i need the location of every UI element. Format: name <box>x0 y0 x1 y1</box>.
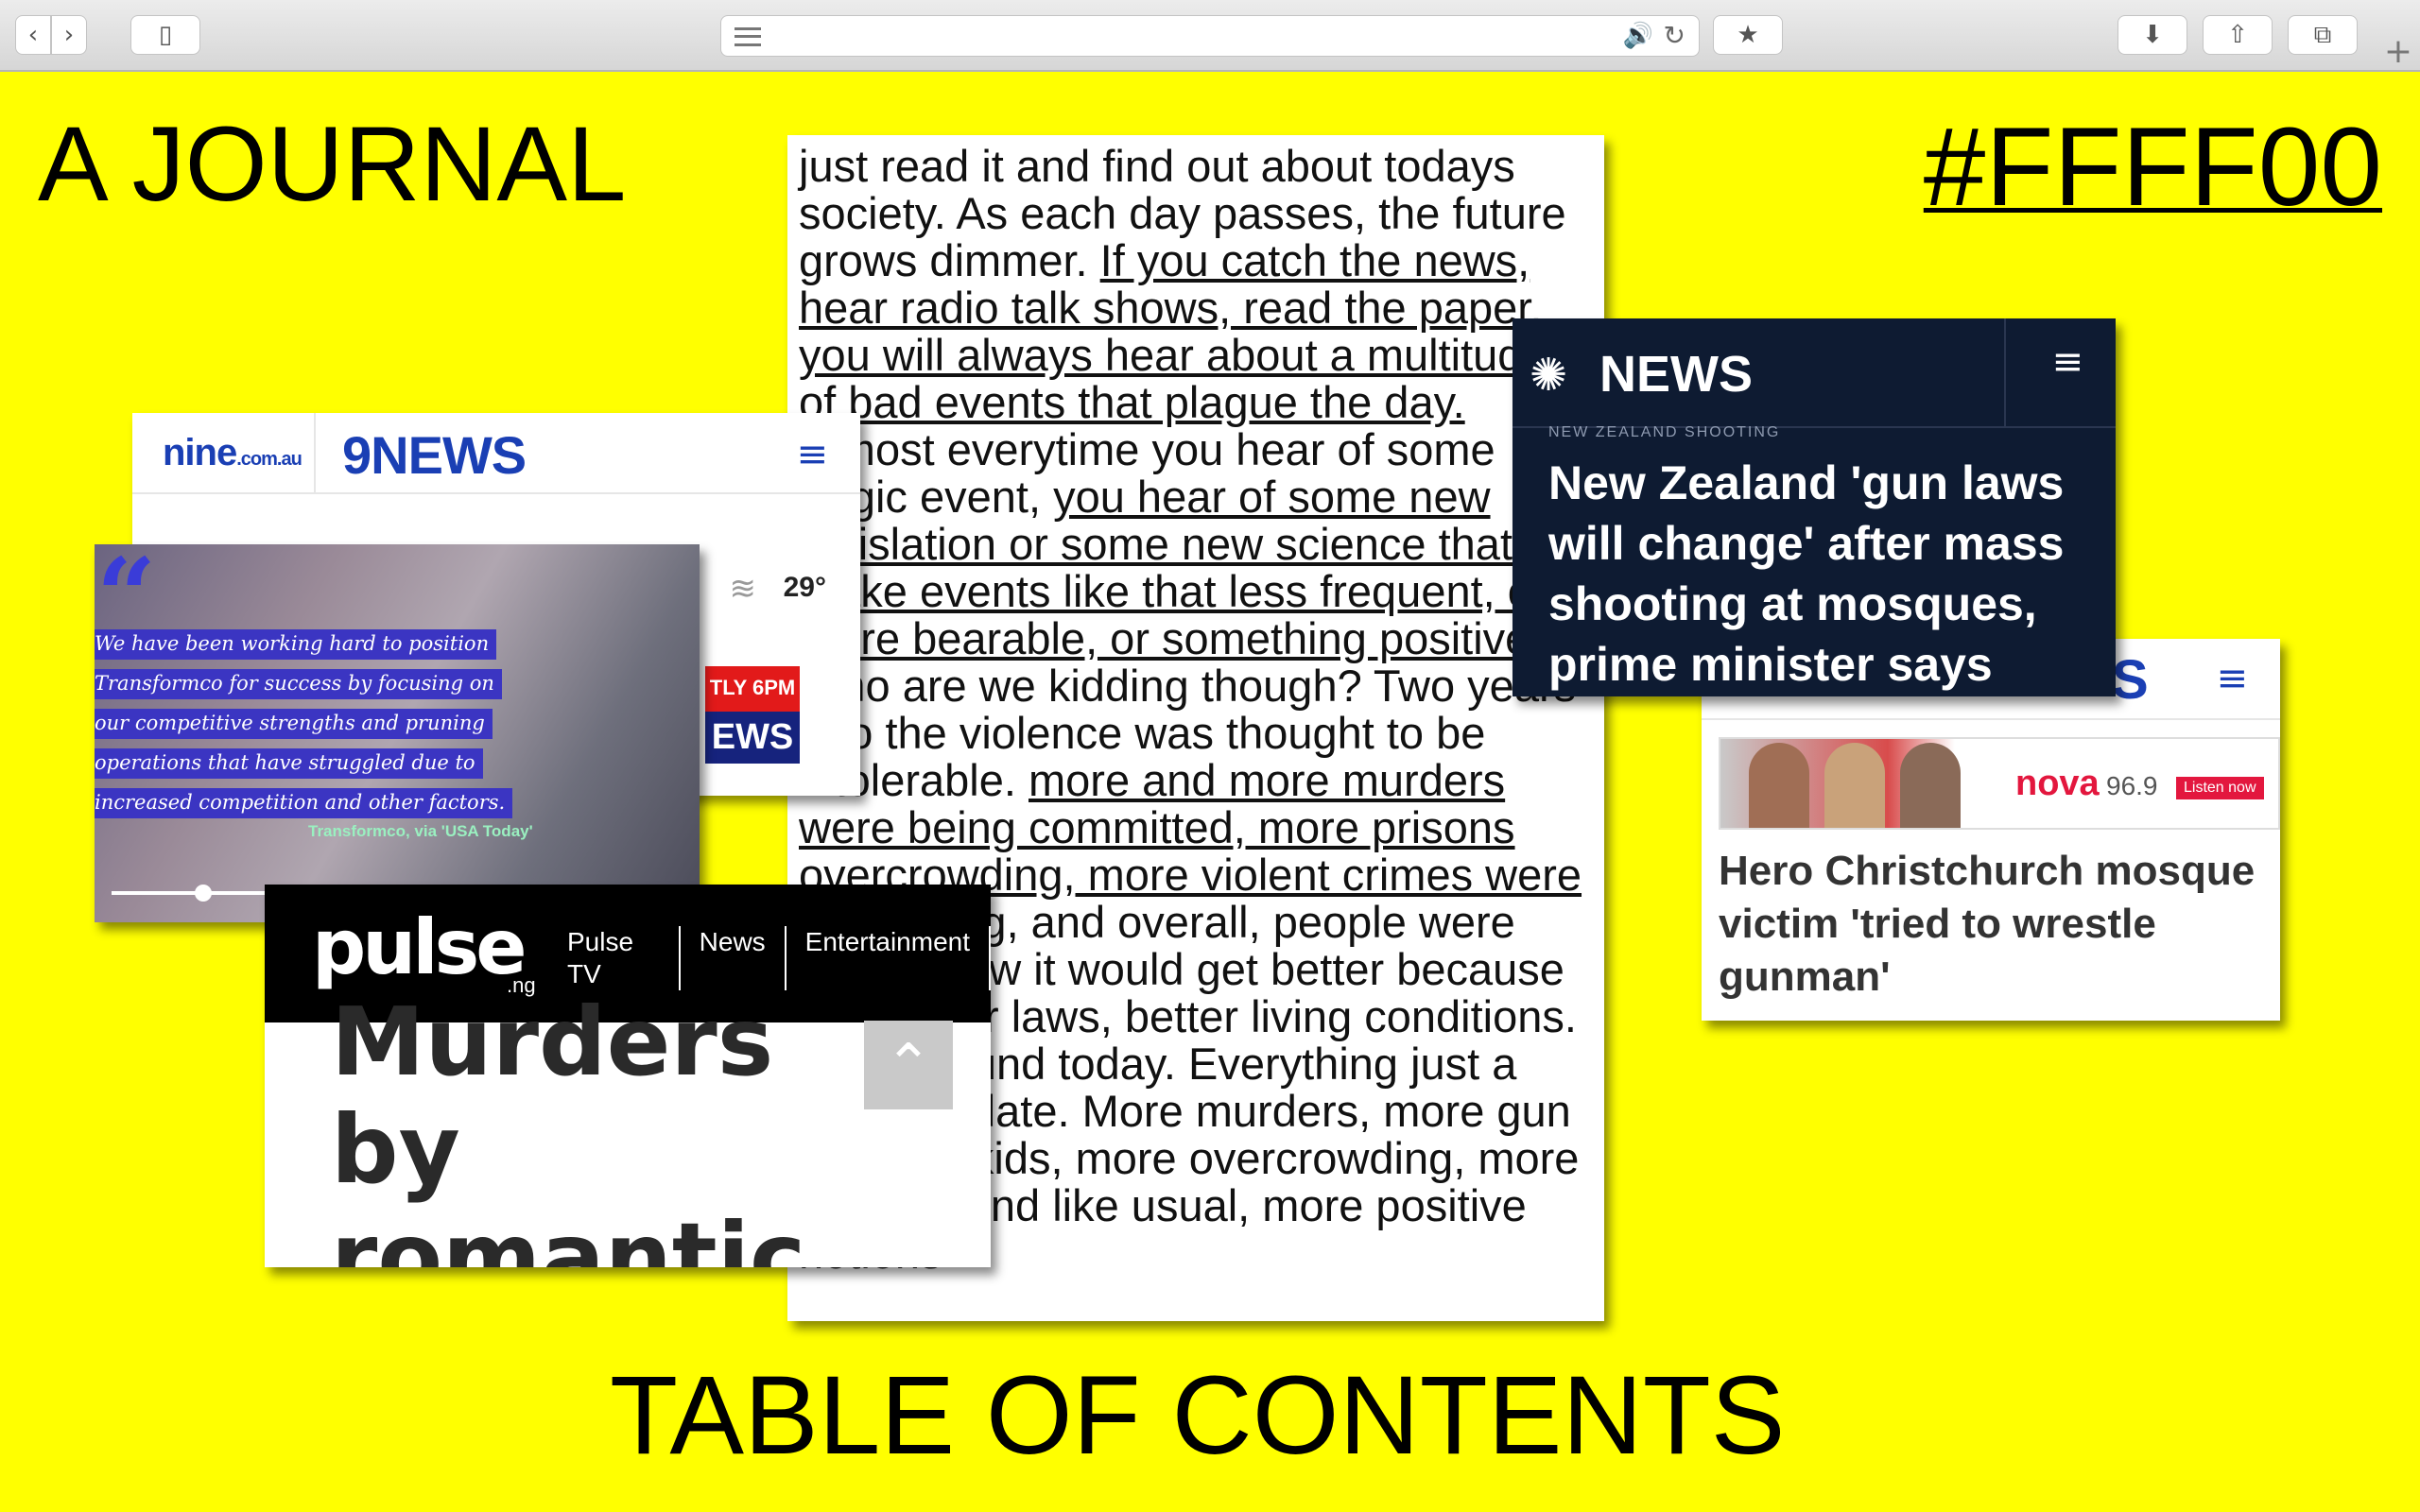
download-icon: ⬇ <box>2142 21 2163 49</box>
peacock-icon: ✺ <box>1530 349 1568 402</box>
wind-icon: ≋ <box>729 570 757 608</box>
bookmark-button[interactable]: ★ <box>1713 15 1783 55</box>
nav-item[interactable]: News <box>681 926 786 990</box>
nbc-logo: NEWS <box>1599 346 1753 403</box>
nova-headline: Hero Christchurch mosque victim 'tried t… <box>1719 848 2256 1000</box>
nav-item[interactable]: Entertainment <box>786 926 991 990</box>
speaker-icon[interactable]: 🔊 <box>1623 22 1653 50</box>
star-icon: ★ <box>1737 21 1759 49</box>
color-code-link[interactable]: #FFFF00 <box>1924 112 2382 223</box>
nbc-news-screenshot[interactable]: ✺ NEWS ≡ NEW ZEALAND SHOOTING New Zealan… <box>1512 318 2116 696</box>
nine-logo: nine.com.au <box>163 431 302 473</box>
reader-icon[interactable] <box>735 27 761 46</box>
chevron-up-icon[interactable]: ⌃ <box>864 1021 953 1109</box>
video-source: Transformco, via 'USA Today' <box>308 822 533 840</box>
address-bar[interactable]: 🔊 ↻ <box>720 15 1700 57</box>
hamburger-icon[interactable]: ≡ <box>2051 343 2083 381</box>
video-caption: We have been working hard to position Tr… <box>95 629 513 828</box>
table-of-contents-heading[interactable]: TABLE OF CONTENTS <box>610 1354 1786 1477</box>
nine-header: nine.com.au 9NEWS ≡ <box>132 413 860 494</box>
temperature: 29° <box>783 572 826 603</box>
tabs-button[interactable]: ⧉ <box>2288 15 2358 55</box>
nbc-headline: New Zealand 'gun laws will change' after… <box>1548 456 2065 691</box>
pulse-nav: Pulse TV News Entertainment <box>548 926 991 990</box>
chevron-left-icon: ‹ <box>27 21 39 49</box>
9news-logo: 9NEWS <box>342 425 527 485</box>
plus-icon[interactable]: + <box>2384 32 2412 71</box>
share-icon: ⇧ <box>2227 21 2248 49</box>
back-button[interactable]: ‹ <box>15 15 51 55</box>
video-player[interactable]: “ We have been working hard to position … <box>95 544 700 922</box>
nova-ad-banner[interactable]: nova 96.9 Listen now <box>1719 737 2280 830</box>
ad-photo <box>1720 739 1966 828</box>
promo-badge: TLY 6PM EWS <box>705 666 800 764</box>
pulse-screenshot[interactable]: pulse .ng Pulse TV News Entertainment Mu… <box>265 885 991 1267</box>
hamburger-icon[interactable]: ≡ <box>796 436 828 473</box>
download-button[interactable]: ⬇ <box>2118 15 2187 55</box>
tabs-icon: ⧉ <box>2313 20 2332 49</box>
listen-now-button[interactable]: Listen now <box>2176 777 2264 799</box>
nav-item[interactable]: Pulse TV <box>548 926 681 990</box>
reload-icon[interactable]: ↻ <box>1664 20 1685 51</box>
page-title: A JOURNAL <box>38 105 627 223</box>
nbc-header: ✺ NEWS ≡ <box>1512 318 2116 428</box>
browser-toolbar: ‹ › ▯ 🔊 ↻ ★ ⬇ ⇧ ⧉ + <box>0 0 2420 72</box>
pulse-logo: pulse <box>312 903 527 991</box>
share-button[interactable]: ⇧ <box>2203 15 2273 55</box>
hamburger-icon[interactable]: ≡ <box>2216 660 2248 697</box>
pulse-headline: Murders by romantic partners are <box>331 987 806 1268</box>
article-kicker: NEW ZEALAND SHOOTING <box>1548 424 1781 440</box>
forward-button[interactable]: › <box>51 15 87 55</box>
chevron-right-icon: › <box>63 21 75 49</box>
sidebar-icon: ▯ <box>158 21 173 49</box>
sidebar-button[interactable]: ▯ <box>130 15 200 55</box>
